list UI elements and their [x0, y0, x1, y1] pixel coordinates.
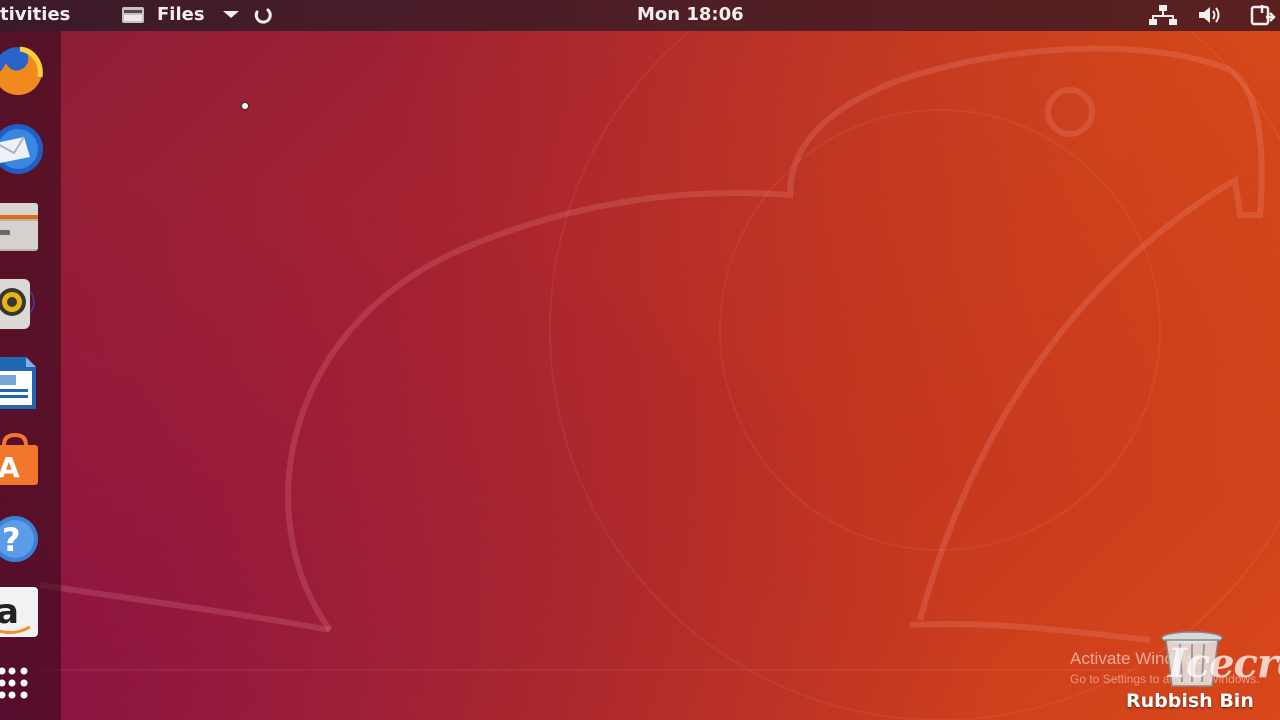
help-icon: ? [0, 516, 38, 562]
activities-button[interactable]: tivities [0, 4, 70, 25]
svg-text:?: ? [2, 521, 21, 559]
network-icon[interactable] [1149, 4, 1177, 26]
volume-icon[interactable] [1196, 4, 1224, 26]
dock-item-firefox[interactable] [0, 41, 50, 99]
dock: A ? a [0, 31, 61, 720]
wallpaper-bird-outline [39, 0, 1280, 720]
files-icon [0, 203, 38, 251]
amazon-icon: a [0, 587, 38, 637]
rhythmbox-icon [0, 279, 35, 329]
thunderbird-icon [0, 124, 43, 174]
loading-spinner-icon [254, 8, 272, 24]
svg-text:A: A [0, 451, 20, 484]
system-menu-icon[interactable] [1248, 3, 1276, 27]
recorder-watermark: Icecre [1168, 640, 1280, 687]
chevron-down-icon[interactable] [223, 11, 239, 18]
firefox-icon [0, 46, 43, 95]
dock-item-amazon[interactable]: a [0, 587, 50, 645]
dock-item-ubuntu-software[interactable]: A [0, 431, 50, 489]
dock-item-libreoffice-writer[interactable] [0, 353, 50, 411]
software-icon: A [0, 432, 38, 485]
clock[interactable]: Mon 18:06 [637, 4, 744, 25]
files-app-icon[interactable] [121, 6, 145, 24]
app-menu-label[interactable]: Files [157, 4, 205, 25]
dock-item-help[interactable]: ? [0, 509, 50, 567]
top-bar: tivities Files Mon 18:06 [0, 0, 1280, 31]
show-applications-button[interactable] [0, 661, 50, 719]
dock-item-files[interactable] [0, 197, 50, 255]
dock-item-thunderbird[interactable] [0, 119, 50, 177]
dock-item-rhythmbox[interactable] [0, 275, 50, 333]
svg-text:a: a [0, 592, 19, 632]
writer-icon [0, 357, 36, 409]
mouse-cursor-icon [241, 102, 249, 110]
trash-label[interactable]: Rubbish Bin [1126, 690, 1254, 712]
app-grid-icon [0, 667, 28, 699]
